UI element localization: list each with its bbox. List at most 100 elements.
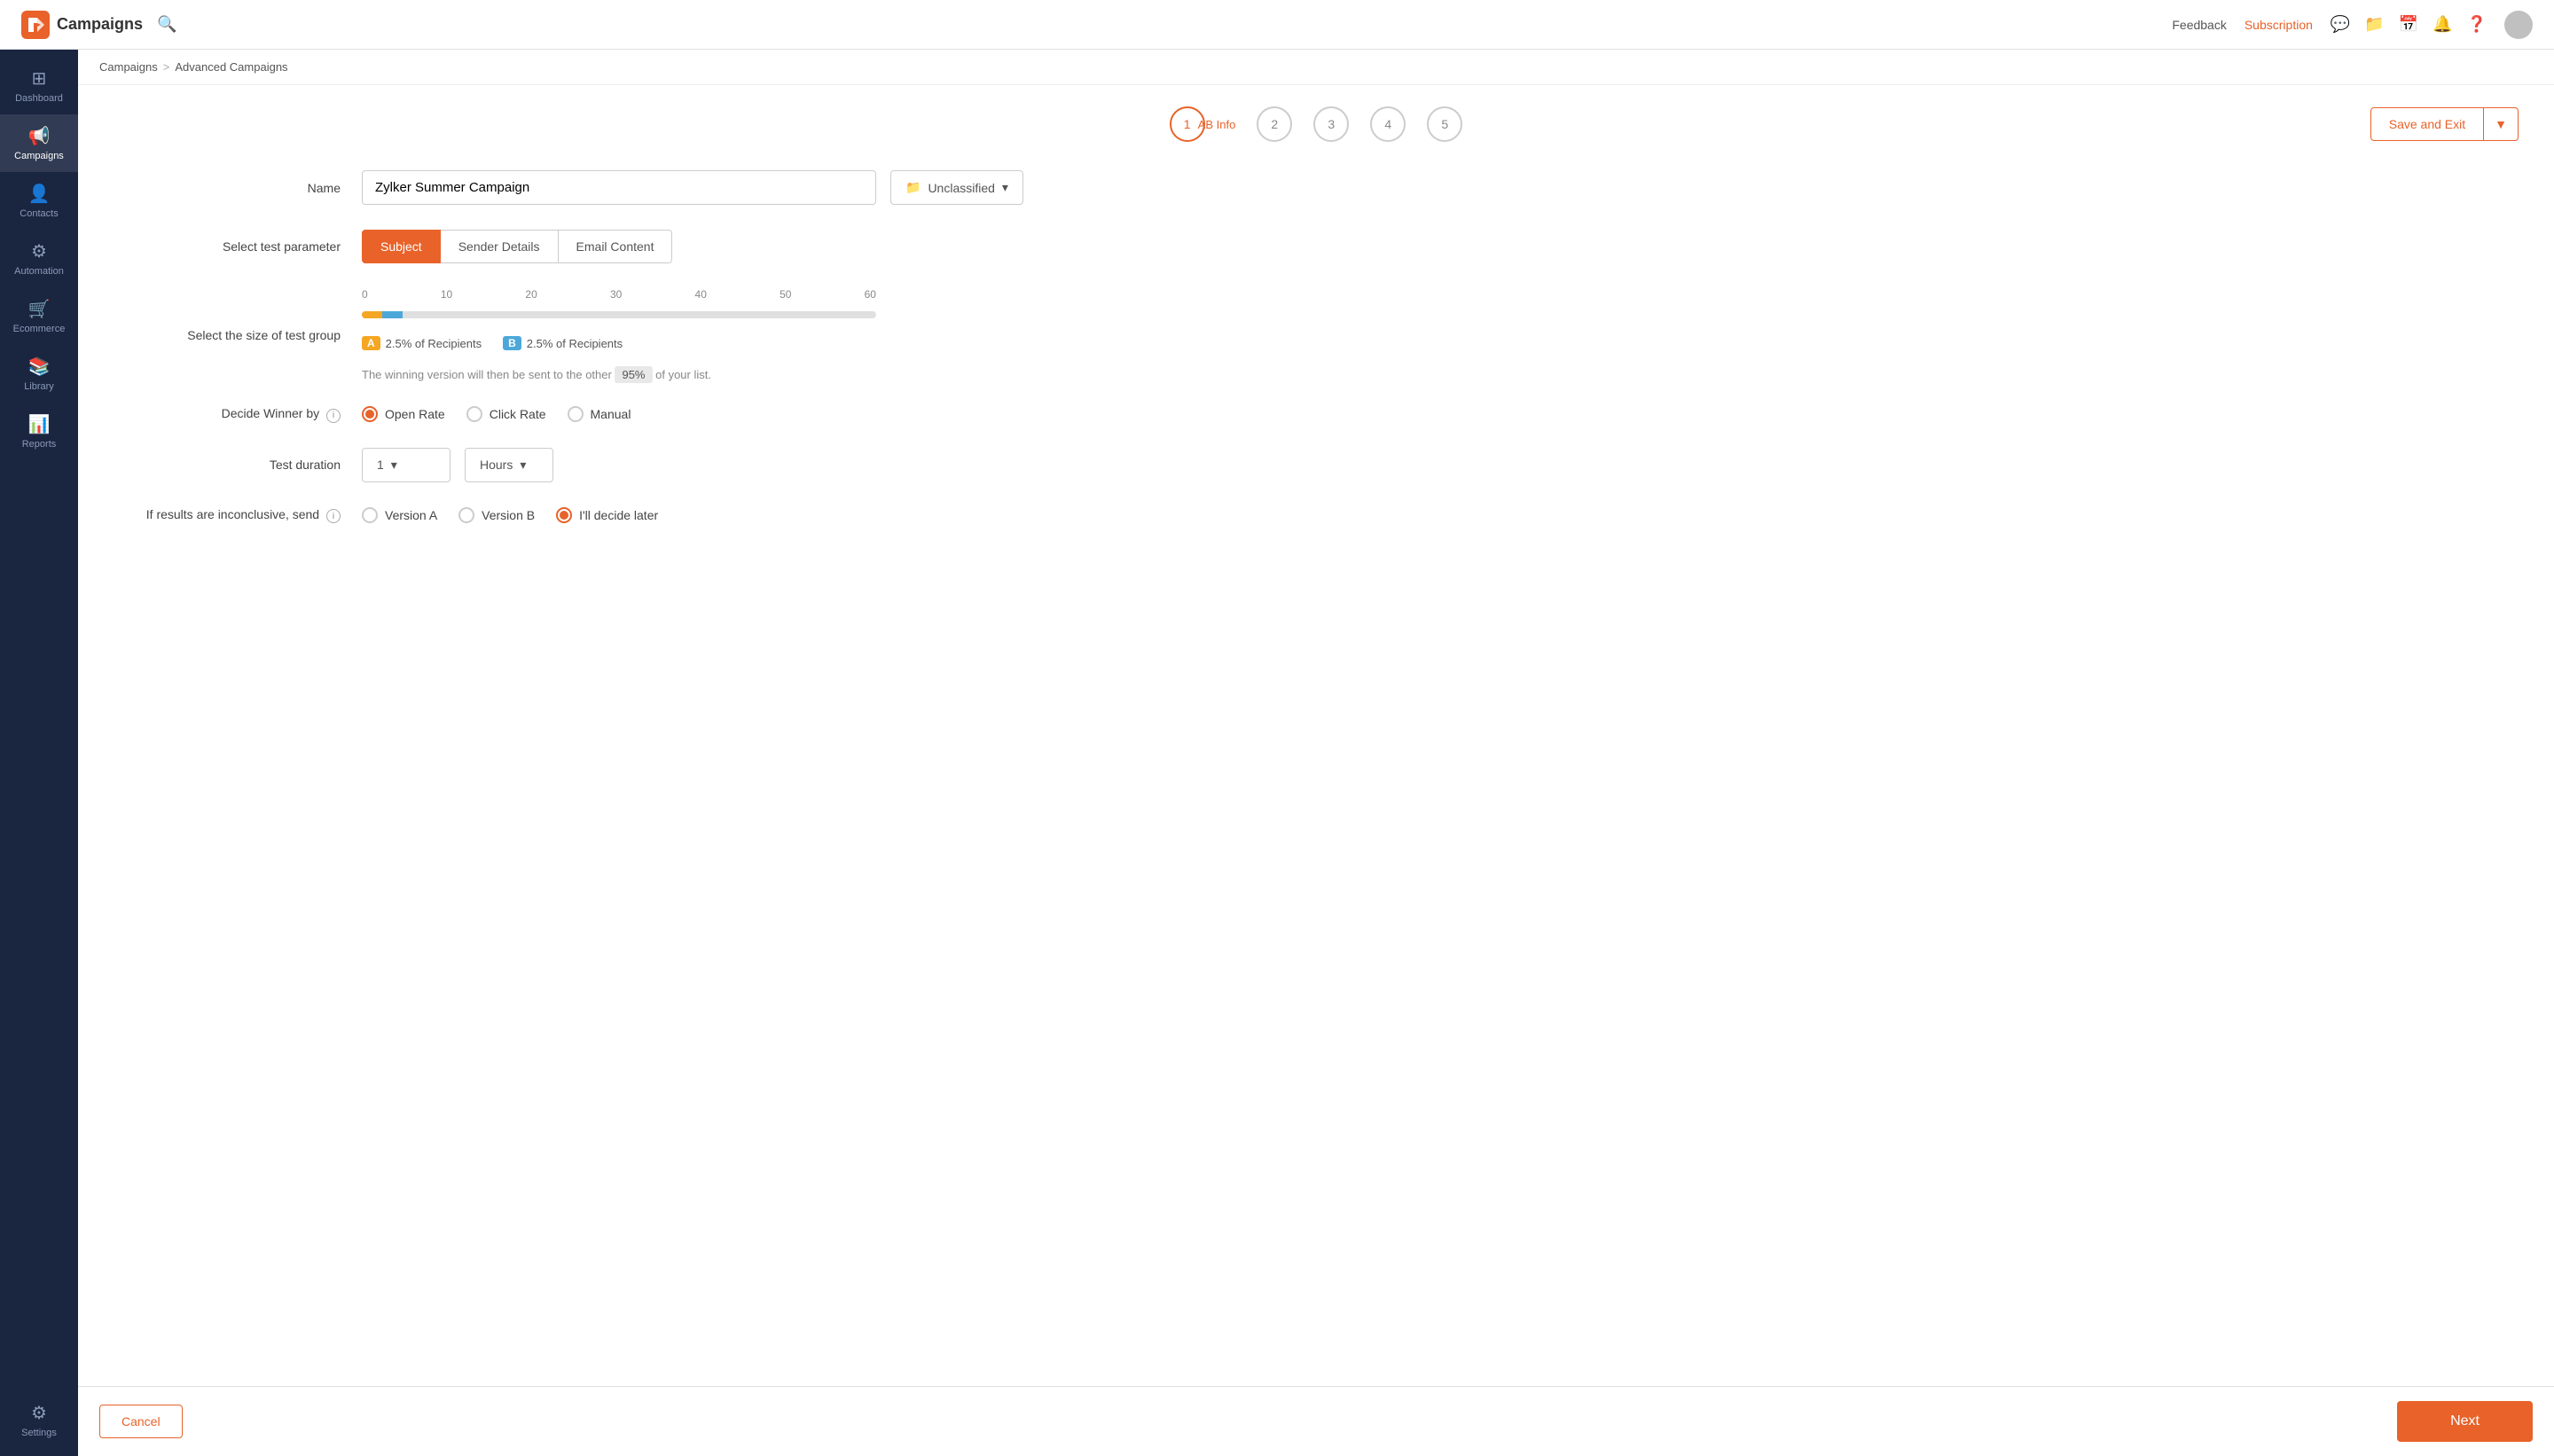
slider-track[interactable] bbox=[362, 311, 876, 318]
test-param-row: Select test parameter Subject Sender Det… bbox=[114, 230, 2519, 263]
campaigns-icon: 📢 bbox=[28, 125, 51, 147]
nav-icons: 💬 📁 📅 🔔 ❓ bbox=[2331, 15, 2487, 34]
cancel-button[interactable]: Cancel bbox=[99, 1405, 183, 1438]
app-logo: Campaigns bbox=[21, 11, 143, 39]
sidebar-item-library[interactable]: 📚 Library bbox=[0, 345, 78, 403]
contacts-icon: 👤 bbox=[28, 183, 51, 205]
recipient-b-label: 2.5% of Recipients bbox=[527, 337, 623, 350]
step-2[interactable]: 2 bbox=[1257, 106, 1292, 142]
test-param-email-content[interactable]: Email Content bbox=[559, 230, 673, 263]
decide-winner-label: Decide Winner by i bbox=[114, 406, 362, 423]
breadcrumb: Campaigns > Advanced Campaigns bbox=[78, 50, 2554, 85]
step-4[interactable]: 4 bbox=[1370, 106, 1406, 142]
sidebar-label-dashboard: Dashboard bbox=[15, 93, 63, 104]
winning-percent: 95% bbox=[615, 366, 652, 383]
test-group-row: Select the size of test group 0 10 20 30… bbox=[114, 288, 2519, 381]
sidebar: ⊞ Dashboard 📢 Campaigns 👤 Contacts ⚙ Aut… bbox=[0, 50, 78, 1456]
subscription-link[interactable]: Subscription bbox=[2245, 18, 2313, 32]
inconclusive-radio-group: Version A Version B I'll decide later bbox=[362, 507, 658, 523]
sidebar-label-reports: Reports bbox=[22, 439, 57, 450]
breadcrumb-current: Advanced Campaigns bbox=[175, 60, 287, 74]
sidebar-label-settings: Settings bbox=[21, 1428, 57, 1438]
inconclusive-version-b[interactable]: Version B bbox=[458, 507, 535, 523]
dashboard-icon: ⊞ bbox=[32, 67, 47, 90]
save-exit-button[interactable]: Save and Exit bbox=[2370, 107, 2484, 141]
decide-winner-info-icon[interactable]: i bbox=[326, 409, 341, 423]
step-5[interactable]: 5 bbox=[1427, 106, 1462, 142]
step-1-group: 1 AB Info bbox=[1170, 106, 1236, 142]
steps-container: 1 AB Info 2 3 4 5 Save and Exit ▼ bbox=[114, 106, 2519, 142]
folder-dropdown-icon: 📁 bbox=[905, 180, 921, 195]
test-param-sender[interactable]: Sender Details bbox=[441, 230, 559, 263]
app-title: Campaigns bbox=[57, 15, 143, 34]
sidebar-item-ecommerce[interactable]: 🛒 Ecommerce bbox=[0, 287, 78, 345]
folder-dropdown[interactable]: 📁 Unclassified ▾ bbox=[890, 170, 1023, 205]
top-nav: Campaigns 🔍 Feedback Subscription 💬 📁 📅 … bbox=[0, 0, 2554, 50]
inconclusive-info-icon[interactable]: i bbox=[326, 509, 341, 523]
sidebar-item-reports[interactable]: 📊 Reports bbox=[0, 403, 78, 460]
test-param-subject[interactable]: Subject bbox=[362, 230, 441, 263]
messages-icon[interactable]: 💬 bbox=[2331, 15, 2350, 34]
duration-number-select[interactable]: 1 ▾ bbox=[362, 448, 450, 482]
sidebar-label-contacts: Contacts bbox=[20, 208, 58, 219]
name-row: Name 📁 Unclassified ▾ bbox=[114, 170, 2519, 205]
slider-fill-b bbox=[382, 311, 403, 318]
user-avatar[interactable] bbox=[2504, 11, 2533, 39]
sidebar-label-ecommerce: Ecommerce bbox=[13, 324, 66, 334]
sidebar-label-automation: Automation bbox=[14, 266, 64, 277]
slider-labels: 0 10 20 30 40 50 60 bbox=[362, 288, 876, 301]
name-input[interactable] bbox=[362, 170, 876, 205]
automation-icon: ⚙ bbox=[31, 240, 47, 262]
save-exit-dropdown-button[interactable]: ▼ bbox=[2484, 107, 2519, 141]
inconclusive-field: Version A Version B I'll decide later bbox=[362, 507, 2519, 523]
decide-winner-field: Open Rate Click Rate Manual bbox=[362, 406, 2519, 422]
calendar-icon[interactable]: 📅 bbox=[2399, 15, 2418, 34]
sidebar-item-settings[interactable]: ⚙ Settings bbox=[14, 1391, 64, 1449]
winner-manual[interactable]: Manual bbox=[568, 406, 631, 422]
name-label: Name bbox=[114, 181, 362, 195]
sidebar-item-contacts[interactable]: 👤 Contacts bbox=[0, 172, 78, 230]
duration-number-chevron: ▾ bbox=[391, 458, 397, 473]
decide-winner-row: Decide Winner by i Open Rate Click Rate bbox=[114, 406, 2519, 423]
recipient-a: A 2.5% of Recipients bbox=[362, 336, 482, 350]
test-param-buttons: Subject Sender Details Email Content bbox=[362, 230, 672, 263]
sidebar-item-campaigns[interactable]: 📢 Campaigns bbox=[0, 114, 78, 172]
next-button[interactable]: Next bbox=[2397, 1401, 2533, 1442]
content-area: 1 AB Info 2 3 4 5 Save and Exit ▼ Name bbox=[78, 85, 2554, 1386]
ecommerce-icon: 🛒 bbox=[28, 298, 51, 320]
breadcrumb-separator: > bbox=[163, 60, 170, 74]
winner-open-rate[interactable]: Open Rate bbox=[362, 406, 445, 422]
test-group-field: 0 10 20 30 40 50 60 A bbox=[362, 288, 2519, 381]
feedback-link[interactable]: Feedback bbox=[2172, 18, 2226, 32]
winner-click-rate[interactable]: Click Rate bbox=[466, 406, 546, 422]
save-exit-container: Save and Exit ▼ bbox=[2370, 107, 2519, 141]
step-1-label: AB Info bbox=[1198, 118, 1236, 131]
inconclusive-decide-later[interactable]: I'll decide later bbox=[556, 507, 658, 523]
test-duration-label: Test duration bbox=[114, 458, 362, 472]
slider-recipients: A 2.5% of Recipients B 2.5% of Recipient… bbox=[362, 336, 623, 350]
folder-dropdown-label: Unclassified bbox=[928, 181, 994, 195]
bell-icon[interactable]: 🔔 bbox=[2433, 15, 2452, 34]
inconclusive-label: If results are inconclusive, send i bbox=[114, 507, 362, 524]
folder-icon[interactable]: 📁 bbox=[2364, 15, 2384, 34]
duration-unit-select[interactable]: Hours ▾ bbox=[465, 448, 553, 482]
help-icon[interactable]: ❓ bbox=[2467, 15, 2487, 34]
test-param-label: Select test parameter bbox=[114, 239, 362, 254]
sidebar-item-automation[interactable]: ⚙ Automation bbox=[0, 230, 78, 287]
footer: Cancel Next bbox=[78, 1386, 2554, 1456]
test-duration-field: 1 ▾ Hours ▾ bbox=[362, 448, 2519, 482]
winning-text: The winning version will then be sent to… bbox=[362, 368, 711, 381]
inconclusive-version-a[interactable]: Version A bbox=[362, 507, 437, 523]
search-icon[interactable]: 🔍 bbox=[157, 15, 176, 34]
duration-unit-chevron: ▾ bbox=[520, 458, 526, 473]
step-3[interactable]: 3 bbox=[1313, 106, 1349, 142]
top-nav-right: Feedback Subscription 💬 📁 📅 🔔 ❓ bbox=[2172, 11, 2533, 39]
duration-selects: 1 ▾ Hours ▾ bbox=[362, 448, 553, 482]
library-icon: 📚 bbox=[28, 356, 51, 378]
sidebar-bottom: ⚙ Settings bbox=[14, 1391, 64, 1449]
breadcrumb-campaigns[interactable]: Campaigns bbox=[99, 60, 158, 74]
logo-icon bbox=[21, 11, 50, 39]
sidebar-item-dashboard[interactable]: ⊞ Dashboard bbox=[0, 57, 78, 114]
slider-fill-a bbox=[362, 311, 382, 318]
test-param-field: Subject Sender Details Email Content bbox=[362, 230, 2519, 263]
